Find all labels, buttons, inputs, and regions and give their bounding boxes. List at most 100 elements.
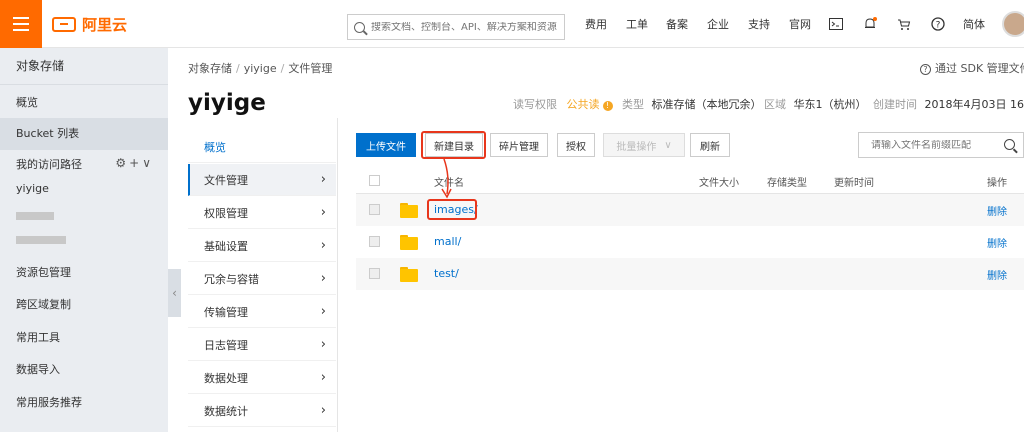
refresh-button[interactable]: 刷新 (690, 133, 730, 157)
sidebar-item-tools[interactable]: 常用工具 (0, 329, 168, 345)
blurred-item (16, 212, 54, 220)
row-checkbox[interactable] (369, 268, 380, 279)
delete-link[interactable]: 删除 (987, 235, 1007, 250)
sidebar-item-recommended[interactable]: 常用服务推荐 (0, 394, 168, 410)
breadcrumb-oss[interactable]: 对象存储 (188, 62, 232, 75)
avatar[interactable] (1002, 11, 1024, 37)
chevron-right-icon: › (320, 238, 326, 253)
breadcrumb-current: 文件管理 (288, 62, 333, 75)
global-search-input[interactable] (371, 21, 561, 33)
sidebar-item-bucket-yiyige[interactable]: yiyige (0, 182, 168, 195)
chevron-down-icon[interactable]: ∨ (142, 156, 154, 170)
type-value: 标准存储（本地冗余） (651, 98, 762, 111)
plus-icon[interactable]: + (129, 156, 142, 170)
info-icon[interactable]: ! (602, 101, 613, 111)
file-table-header: 文件名 文件大小 存储类型 更新时间 操作 (356, 168, 1024, 194)
row-checkbox[interactable] (369, 236, 380, 247)
search-icon (354, 21, 365, 33)
tab-overview[interactable]: 概览 (188, 131, 336, 163)
created-value: 2018年4月03日 16:27 (924, 98, 1024, 111)
breadcrumb-bucket[interactable]: yiyige (244, 62, 277, 75)
delete-link[interactable]: 删除 (987, 203, 1007, 218)
tab-basic-settings[interactable]: 基础设置 › (188, 230, 336, 262)
chevron-right-icon: › (320, 271, 326, 286)
sidebar-item-my-paths[interactable]: 我的访问路径 ⚙+∨ (0, 156, 168, 172)
chevron-right-icon: › (320, 403, 326, 418)
search-icon[interactable] (1004, 139, 1015, 150)
aliyun-logo[interactable]: 阿里云 (52, 13, 127, 35)
menu-icon[interactable] (0, 0, 42, 48)
sidebar-item-data-import[interactable]: 数据导入 (0, 361, 168, 377)
nav-icp[interactable]: 备案 (666, 0, 688, 48)
language-switch[interactable]: 简体 (963, 0, 985, 48)
tab-permissions[interactable]: 权限管理 › (188, 197, 336, 229)
folder-name[interactable]: images/ (434, 203, 478, 216)
gear-icon[interactable]: ⚙ (115, 156, 129, 170)
acl-meta: 读写权限 公共读! (513, 96, 613, 112)
type-meta: 类型 标准存储（本地冗余） (622, 96, 762, 112)
region-value: 华东1（杭州） (793, 98, 867, 111)
table-row[interactable]: images/ 删除 (356, 194, 1024, 226)
col-action: 操作 (987, 178, 1007, 189)
select-all-checkbox[interactable] (369, 175, 380, 186)
chevron-right-icon: › (320, 172, 326, 187)
tab-file-management[interactable]: 文件管理 › (188, 164, 336, 196)
folder-icon (400, 235, 418, 250)
tab-transfer-label: 传输管理 (204, 305, 248, 319)
folder-name[interactable]: test/ (434, 267, 459, 280)
tab-data-processing[interactable]: 数据处理 › (188, 362, 336, 394)
left-sidebar: 对象存储 概览 Bucket 列表 我的访问路径 ⚙+∨ yiyige 资源包管… (0, 48, 168, 432)
nav-tickets[interactable]: 工单 (626, 0, 648, 48)
col-size[interactable]: 文件大小 (699, 174, 739, 189)
terminal-icon[interactable] (826, 14, 846, 34)
logo-text: 阿里云 (82, 15, 128, 34)
nav-official-site[interactable]: 官网 (789, 0, 811, 48)
col-storage-type[interactable]: 存储类型 (767, 174, 807, 189)
tab-transfer[interactable]: 传输管理 › (188, 296, 336, 328)
tab-permissions-label: 权限管理 (204, 206, 248, 220)
breadcrumb: 对象存储 / yiyige / 文件管理 (188, 62, 333, 75)
nav-enterprise[interactable]: 企业 (707, 0, 729, 48)
nav-support[interactable]: 支持 (748, 0, 770, 48)
sdk-link-text: 通过 SDK 管理文件 (935, 62, 1024, 75)
authorize-button[interactable]: 授权 (557, 133, 595, 157)
table-row[interactable]: test/ 删除 (356, 258, 1024, 290)
blurred-item (16, 236, 66, 244)
sidebar-item-resource-packs[interactable]: 资源包管理 (0, 264, 168, 280)
region-meta: 区域 华东1（杭州） (764, 96, 867, 112)
my-paths-label: 我的访问路径 (16, 158, 82, 171)
col-updated[interactable]: 更新时间 (834, 174, 874, 189)
new-directory-button[interactable]: 新建目录 (425, 133, 483, 157)
file-search-input[interactable] (871, 139, 1001, 151)
global-search[interactable] (347, 14, 565, 40)
file-search[interactable] (858, 132, 1024, 158)
sidebar-item-cross-region[interactable]: 跨区域复制 (0, 296, 168, 312)
col-name[interactable]: 文件名 (434, 174, 464, 189)
sidebar-item-overview[interactable]: 概览 (0, 94, 168, 110)
tab-data-processing-label: 数据处理 (204, 371, 248, 385)
cart-icon[interactable] (894, 14, 914, 34)
path-tools: ⚙+∨ (115, 156, 154, 170)
nav-billing[interactable]: 费用 (585, 0, 607, 48)
tab-logs[interactable]: 日志管理 › (188, 329, 336, 361)
table-row[interactable]: mall/ 删除 (356, 226, 1024, 258)
delete-link[interactable]: 删除 (987, 267, 1007, 282)
sdk-help-link[interactable]: ? 通过 SDK 管理文件 (920, 60, 1024, 76)
upload-button[interactable]: 上传文件 (356, 133, 416, 157)
row-checkbox[interactable] (369, 204, 380, 215)
sidebar-title: 对象存储 (0, 48, 168, 85)
folder-icon (400, 203, 418, 218)
tab-redundancy[interactable]: 冗余与容错 › (188, 263, 336, 295)
acl-value: 公共读 (566, 98, 600, 111)
type-label: 类型 (622, 98, 644, 111)
sidebar-item-bucket-list[interactable]: Bucket 列表 (0, 118, 168, 150)
help-icon[interactable]: ? (928, 14, 948, 34)
chevron-right-icon: › (320, 304, 326, 319)
tab-statistics[interactable]: 数据统计 › (188, 395, 336, 427)
bell-icon[interactable] (860, 14, 880, 34)
folder-name[interactable]: mall/ (434, 235, 461, 248)
fragment-management-button[interactable]: 碎片管理 (490, 133, 548, 157)
acl-label: 读写权限 (513, 98, 557, 111)
svg-text:?: ? (936, 21, 941, 31)
collapse-sidebar-button[interactable]: ‹ (168, 269, 181, 317)
